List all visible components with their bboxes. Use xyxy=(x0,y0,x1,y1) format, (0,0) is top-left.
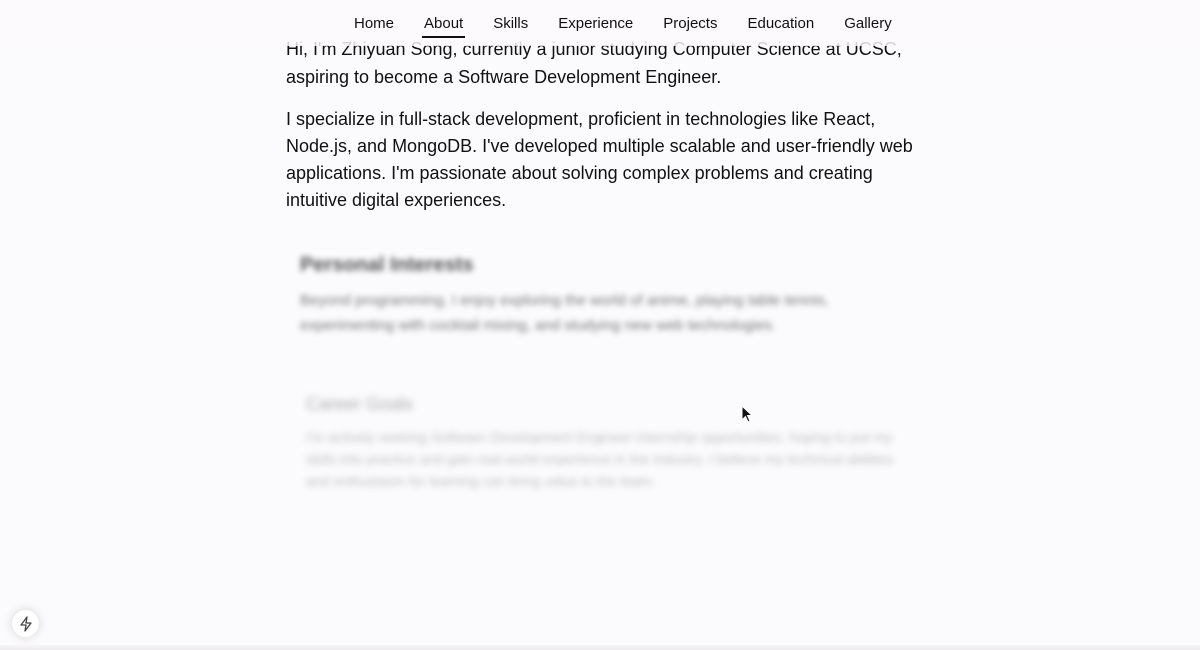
lightning-badge-button[interactable] xyxy=(12,610,39,637)
nav-list: Home About Skills Experience Projects Ed… xyxy=(354,15,892,38)
lightning-icon xyxy=(19,615,32,632)
skills-paragraph: I specialize in full-stack development, … xyxy=(286,109,913,210)
personal-interests-text: Beyond programming, I enjoy exploring th… xyxy=(300,292,829,334)
career-goals-section: Career Goals I'm actively seeking Softwa… xyxy=(306,392,898,492)
top-navigation: Home About Skills Experience Projects Ed… xyxy=(0,0,1200,46)
personal-interests-section: Personal Interests Beyond programming, I… xyxy=(300,252,890,338)
nav-item-projects[interactable]: Projects xyxy=(663,15,717,33)
nav-item-education[interactable]: Education xyxy=(747,15,814,33)
nav-item-skills[interactable]: Skills xyxy=(493,15,528,33)
bottom-divider xyxy=(0,645,1200,650)
personal-interests-title: Personal Interests xyxy=(300,254,474,276)
nav-item-home[interactable]: Home xyxy=(354,15,394,33)
nav-item-about[interactable]: About xyxy=(422,15,466,38)
nav-item-experience[interactable]: Experience xyxy=(558,15,633,33)
career-goals-text: I'm actively seeking Software Developmen… xyxy=(306,429,894,489)
nav-item-gallery[interactable]: Gallery xyxy=(844,15,892,33)
career-goals-title: Career Goals xyxy=(306,394,414,414)
mouse-cursor-icon xyxy=(741,405,753,423)
